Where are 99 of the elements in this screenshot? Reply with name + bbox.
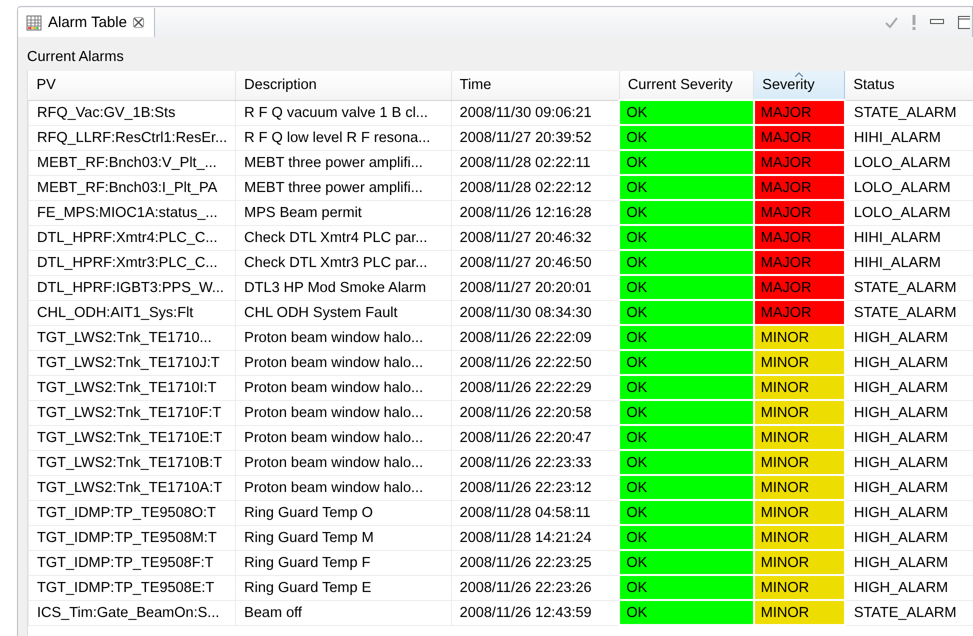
severity-cell: OK [619, 600, 754, 625]
table-cell: MPS Beam permit [236, 200, 452, 225]
severity-cell: OK [619, 250, 754, 275]
table-cell: Proton beam window halo... [236, 450, 452, 475]
view-tab[interactable]: Alarm Table [18, 8, 155, 37]
table-cell: R F Q low level R F resona... [236, 125, 452, 150]
severity-cell: MINOR [754, 400, 845, 425]
severity-cell: OK [619, 200, 754, 225]
table-cell: Proton beam window halo... [236, 325, 452, 350]
table-cell: TGT_IDMP:TP_TE9508E:T [28, 575, 236, 600]
severity-cell: OK [619, 125, 754, 150]
severity-cell: OK [619, 150, 754, 175]
column-header[interactable]: Status [844, 71, 973, 100]
column-header[interactable]: PV [28, 71, 236, 100]
table-cell: Proton beam window halo... [236, 425, 452, 450]
severity-cell: MINOR [754, 450, 845, 475]
close-icon[interactable] [132, 17, 144, 28]
severity-cell: MINOR [754, 600, 845, 625]
sort-ascending-icon [795, 72, 804, 77]
table-cell: MEBT three power amplifi... [236, 175, 452, 200]
severity-cell: MINOR [754, 425, 845, 450]
severity-cell: OK [619, 500, 754, 525]
table-cell: TGT_IDMP:TP_TE9508M:T [28, 525, 236, 550]
table-cell: TGT_LWS2:Tnk_TE1710I:T [28, 375, 236, 400]
table-cell: TGT_LWS2:Tnk_TE1710B:T [28, 450, 236, 475]
table-cell: Beam off [236, 600, 452, 625]
severity-cell: MINOR [754, 325, 845, 350]
table-cell: RFQ_Vac:GV_1B:Sts [28, 100, 236, 125]
table-cell: CHL_ODH:AIT1_Sys:Flt [28, 300, 236, 325]
table-cell: FE_MPS:MIOC1A:status_... [28, 200, 236, 225]
table-cell: TGT_LWS2:Tnk_TE1710F:T [28, 400, 236, 425]
table-cell: Ring Guard Temp F [236, 550, 452, 575]
column-header[interactable]: Time [451, 71, 620, 100]
severity-cell: OK [619, 525, 754, 550]
table-cell: TGT_LWS2:Tnk_TE1710J:T [28, 350, 236, 375]
table-icon [26, 14, 42, 30]
table-cell: Proton beam window halo... [236, 350, 452, 375]
table-cell: DTL_HPRF:IGBT3:PPS_W... [28, 275, 236, 300]
severity-cell: OK [619, 475, 754, 500]
table-cell: TGT_IDMP:TP_TE9508O:T [28, 500, 236, 525]
minimize-icon[interactable] [930, 18, 944, 26]
table-cell: Ring Guard Temp O [236, 500, 452, 525]
severity-cell: MAJOR [754, 175, 845, 200]
severity-cell: MINOR [754, 375, 845, 400]
severity-cell: OK [619, 300, 754, 325]
severity-cell: MAJOR [754, 225, 845, 250]
severity-cell: OK [619, 325, 754, 350]
table-cell: TGT_LWS2:Tnk_TE1710... [28, 325, 236, 350]
severity-cell: MAJOR [754, 300, 845, 325]
table-cell: TGT_LWS2:Tnk_TE1710E:T [28, 425, 236, 450]
tab-title: Alarm Table [48, 14, 127, 31]
table-cell: DTL_HPRF:Xmtr3:PLC_C... [28, 250, 236, 275]
severity-cell: OK [619, 450, 754, 475]
table-cell: Proton beam window halo... [236, 375, 452, 400]
severity-cell: MINOR [754, 475, 845, 500]
severity-cell: MAJOR [754, 275, 845, 300]
section-label: Current Alarms [27, 48, 124, 67]
table-cell: Check DTL Xmtr3 PLC par... [236, 250, 452, 275]
severity-cell: OK [619, 350, 754, 375]
table-cell: MEBT_RF:Bnch03:I_Plt_PA [28, 175, 236, 200]
table-cell: TGT_IDMP:TP_TE9508F:T [28, 550, 236, 575]
severity-cell: OK [619, 425, 754, 450]
severity-cell: OK [619, 575, 754, 600]
table-cell: ICS_Tim:Gate_BeamOn:S... [28, 600, 236, 625]
severity-cell: MINOR [754, 525, 845, 550]
table-cell: Proton beam window halo... [236, 475, 452, 500]
column-header[interactable]: Description [236, 71, 452, 100]
column-header[interactable]: Severity [754, 71, 845, 100]
severity-cell: MINOR [754, 350, 845, 375]
severity-cell: OK [619, 400, 754, 425]
severity-cell: OK [619, 375, 754, 400]
severity-cell: MINOR [754, 575, 845, 600]
severity-cell: OK [619, 100, 754, 125]
severity-cell: OK [619, 275, 754, 300]
table-cell: DTL_HPRF:Xmtr4:PLC_C... [28, 225, 236, 250]
severity-cell: OK [619, 225, 754, 250]
severity-cell: MAJOR [754, 150, 845, 175]
table-cell: Ring Guard Temp E [236, 575, 452, 600]
table-cell: R F Q vacuum valve 1 B cl... [236, 100, 452, 125]
table-cell: Check DTL Xmtr4 PLC par... [236, 225, 452, 250]
maximize-icon[interactable] [958, 16, 970, 30]
check-icon[interactable] [885, 16, 898, 28]
table-cell: Proton beam window halo... [236, 400, 452, 425]
table-cell: CHL ODH System Fault [236, 300, 452, 325]
severity-cell: MAJOR [754, 250, 845, 275]
table-cell: MEBT_RF:Bnch03:V_Plt_... [28, 150, 236, 175]
table-cell: TGT_LWS2:Tnk_TE1710A:T [28, 475, 236, 500]
column-header[interactable]: Current Severity [619, 71, 754, 100]
table-cell: RFQ_LLRF:ResCtrl1:ResEr... [28, 125, 236, 150]
table-cell: MEBT three power amplifi... [236, 150, 452, 175]
severity-cell: MINOR [754, 550, 845, 575]
table-cell: Ring Guard Temp M [236, 525, 452, 550]
severity-cell: MAJOR [754, 200, 845, 225]
table-cell: DTL3 HP Mod Smoke Alarm [236, 275, 452, 300]
severity-cell: MINOR [754, 500, 845, 525]
severity-cell: OK [619, 550, 754, 575]
severity-cell: OK [619, 175, 754, 200]
severity-cell: MAJOR [754, 125, 845, 150]
severity-cell: MAJOR [754, 100, 845, 125]
